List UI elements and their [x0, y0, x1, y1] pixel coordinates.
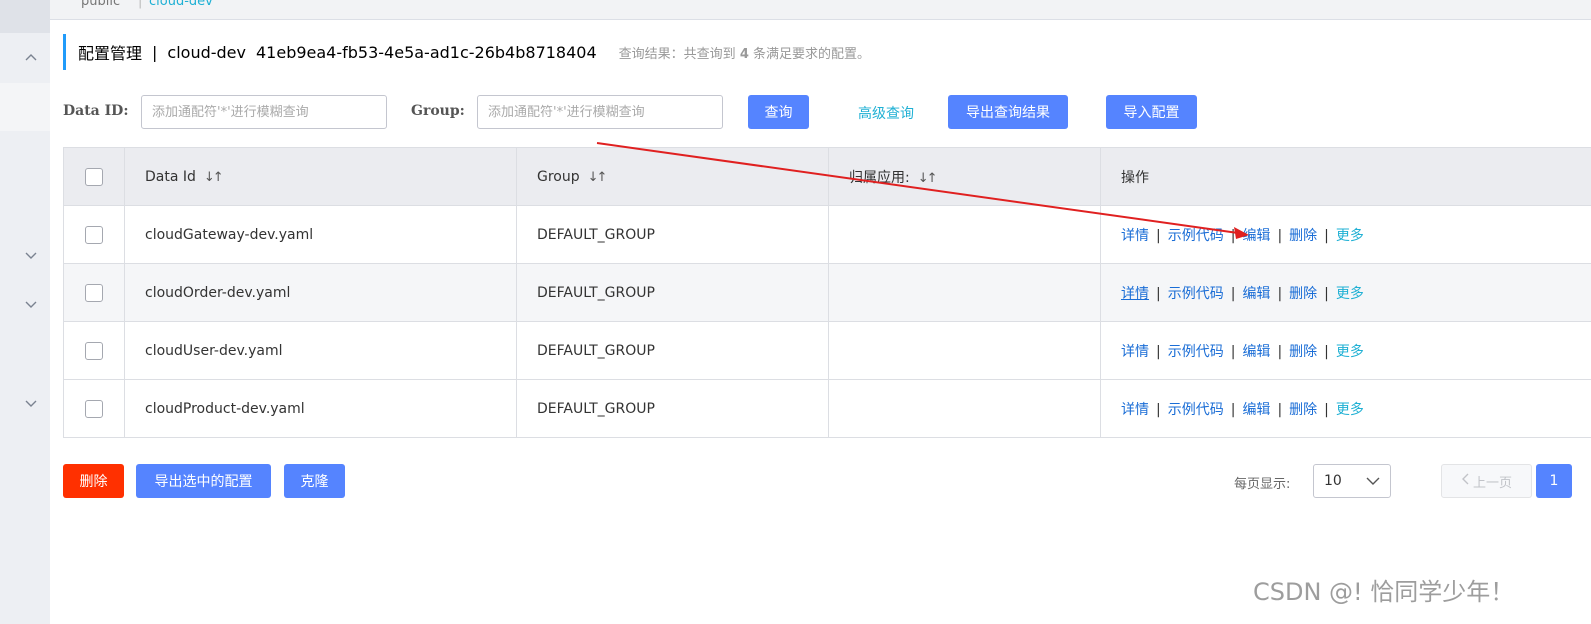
page-header: 配置管理 | cloud-dev 41eb9ea4-fb53-4e5a-ad1c…: [63, 34, 870, 70]
row-actions: 详情 | 示例代码 | 编辑 | 删除 | 更多: [1100, 263, 1591, 322]
namespace-active-link[interactable]: cloud-dev: [149, 0, 213, 9]
row-actions: 详情 | 示例代码 | 编辑 | 删除 | 更多: [1100, 321, 1591, 380]
row-actions: 详情 | 示例代码 | 编辑 | 删除 | 更多: [1100, 205, 1591, 264]
chevron-down-icon[interactable]: [25, 298, 37, 313]
table-footer: 删除 导出选中的配置 克隆 每页显示: 10 上一页 1: [63, 464, 1591, 498]
namespace-name: cloud-dev: [167, 42, 246, 62]
query-button[interactable]: 查询: [748, 95, 809, 129]
row-data-id: cloudProduct-dev.yaml: [124, 379, 517, 438]
row-data-id: cloudOrder-dev.yaml: [124, 263, 517, 322]
row-group: DEFAULT_GROUP: [516, 263, 829, 322]
chevron-left-icon: [1461, 473, 1469, 489]
namespace-id: 41eb9ea4-fb53-4e5a-ad1c-26b4b8718404: [255, 42, 597, 62]
delete-link[interactable]: 删除: [1289, 402, 1317, 418]
sample-code-link[interactable]: 示例代码: [1168, 286, 1224, 302]
row-app: [828, 379, 1101, 438]
search-bar: Data ID: Group: 查询 高级查询 导出查询结果 导入配置: [63, 95, 1463, 129]
namespace-bar: public | cloud-dev: [50, 0, 1591, 20]
chevron-up-icon[interactable]: [25, 50, 37, 65]
delete-link[interactable]: 删除: [1289, 228, 1317, 244]
page-size-value: 10: [1324, 473, 1342, 489]
row-group: DEFAULT_GROUP: [516, 321, 829, 380]
delete-link[interactable]: 删除: [1289, 344, 1317, 360]
chevron-down-icon[interactable]: [25, 249, 37, 264]
export-selected-button[interactable]: 导出选中的配置: [136, 464, 271, 498]
table-row: cloudProduct-dev.yaml DEFAULT_GROUP 详情 | 示…: [63, 379, 1591, 438]
page-number-current[interactable]: 1: [1536, 464, 1572, 498]
row-app: [828, 263, 1101, 322]
prev-page-button[interactable]: 上一页: [1441, 464, 1532, 498]
namespace-public-link[interactable]: public: [81, 0, 120, 9]
sample-code-link[interactable]: 示例代码: [1168, 228, 1224, 244]
table-row: cloudUser-dev.yaml DEFAULT_GROUP 详情 | 示例代码…: [63, 321, 1591, 380]
data-id-label: Data ID:: [63, 103, 129, 119]
page-title: 配置管理: [78, 44, 143, 63]
query-result-summary: 查询结果：共查询到 4 条满足要求的配置。: [618, 46, 871, 62]
row-app: [828, 321, 1101, 380]
more-link[interactable]: 更多: [1336, 344, 1364, 360]
row-checkbox[interactable]: [85, 341, 103, 360]
detail-link[interactable]: 详情: [1121, 286, 1149, 302]
row-actions: 详情 | 示例代码 | 编辑 | 删除 | 更多: [1100, 379, 1591, 438]
sample-code-link[interactable]: 示例代码: [1168, 344, 1224, 360]
row-group: DEFAULT_GROUP: [516, 379, 829, 438]
column-header-data-id[interactable]: Data Id ↓↑: [124, 147, 517, 206]
chevron-down-icon: [1366, 473, 1380, 489]
sort-icon[interactable]: ↓↑: [588, 170, 608, 185]
watermark: CSDN @! 恰同学少年！: [1253, 578, 1515, 606]
sidebar-block-top: [0, 0, 50, 33]
table-header-row: Data Id ↓↑ Group ↓↑ 归属应用: ↓↑ 操作: [63, 147, 1591, 206]
row-data-id: cloudGateway-dev.yaml: [124, 205, 517, 264]
chevron-down-icon[interactable]: [25, 397, 37, 412]
delete-link[interactable]: 删除: [1289, 286, 1317, 302]
edit-link[interactable]: 编辑: [1242, 344, 1270, 360]
advanced-query-link[interactable]: 高级查询: [858, 103, 914, 123]
select-all-cell: [63, 147, 125, 206]
row-data-id: cloudUser-dev.yaml: [124, 321, 517, 380]
table-row: cloudOrder-dev.yaml DEFAULT_GROUP 详情 | 示例代…: [63, 263, 1591, 322]
table-row: cloudGateway-dev.yaml DEFAULT_GROUP 详情 | 示…: [63, 205, 1591, 264]
row-checkbox[interactable]: [85, 399, 103, 418]
config-table: Data Id ↓↑ Group ↓↑ 归属应用: ↓↑ 操作 cloudGatewa…: [63, 147, 1591, 438]
select-all-checkbox[interactable]: [85, 167, 103, 186]
edit-link[interactable]: 编辑: [1242, 286, 1270, 302]
page-size-label: 每页显示:: [1234, 477, 1291, 492]
column-header-actions: 操作: [1100, 147, 1591, 206]
column-header-group[interactable]: Group ↓↑: [516, 147, 829, 206]
sidebar: [0, 0, 50, 624]
group-input[interactable]: [477, 95, 723, 129]
edit-link[interactable]: 编辑: [1242, 402, 1270, 418]
clone-button[interactable]: 克隆: [284, 464, 345, 498]
sort-icon[interactable]: ↓↑: [204, 170, 224, 185]
more-link[interactable]: 更多: [1336, 402, 1364, 418]
page-size-select[interactable]: 10: [1313, 464, 1391, 498]
detail-link[interactable]: 详情: [1121, 344, 1149, 360]
group-label: Group:: [411, 103, 465, 119]
row-app: [828, 205, 1101, 264]
export-results-button[interactable]: 导出查询结果: [948, 95, 1068, 129]
sort-icon[interactable]: ↓↑: [918, 171, 938, 186]
batch-delete-button[interactable]: 删除: [63, 464, 124, 498]
namespace-divider: |: [138, 0, 143, 9]
row-checkbox[interactable]: [85, 225, 103, 244]
detail-link[interactable]: 详情: [1121, 228, 1149, 244]
data-id-input[interactable]: [141, 95, 387, 129]
row-checkbox[interactable]: [85, 283, 103, 302]
more-link[interactable]: 更多: [1336, 286, 1364, 302]
more-link[interactable]: 更多: [1336, 228, 1364, 244]
detail-link[interactable]: 详情: [1121, 402, 1149, 418]
result-count: 4: [739, 46, 749, 62]
row-group: DEFAULT_GROUP: [516, 205, 829, 264]
title-separator: |: [152, 42, 158, 62]
column-header-app[interactable]: 归属应用: ↓↑: [828, 147, 1101, 206]
sidebar-active-item[interactable]: [0, 83, 50, 131]
sample-code-link[interactable]: 示例代码: [1168, 402, 1224, 418]
edit-link[interactable]: 编辑: [1242, 228, 1270, 244]
import-config-button[interactable]: 导入配置: [1106, 95, 1197, 129]
